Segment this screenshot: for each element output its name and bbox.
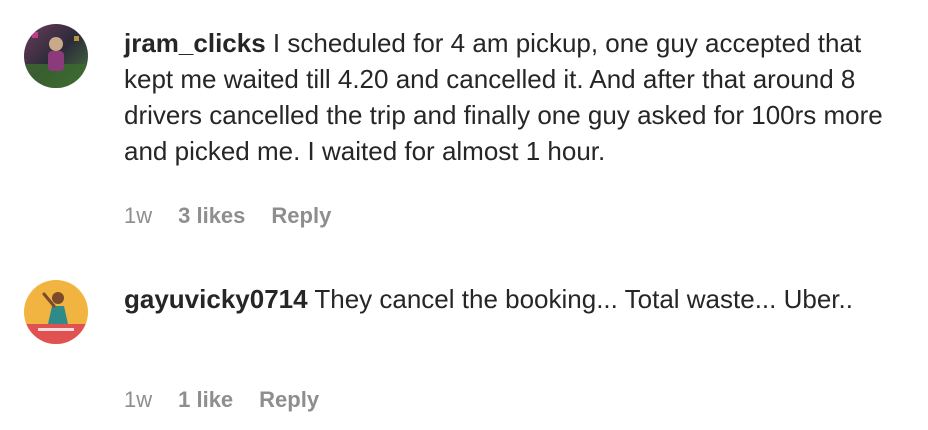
comment-meta: 1w 1 like Reply [124, 387, 319, 413]
user-photo-avatar-icon [24, 24, 88, 88]
avatar[interactable] [24, 24, 88, 88]
comment-username[interactable]: gayuvicky0714 [124, 284, 308, 314]
comment-username[interactable]: jram_clicks [124, 28, 266, 58]
comment-time[interactable]: 1w [124, 387, 152, 413]
comment-text: jram_clicks I scheduled for 4 am pickup,… [124, 25, 914, 169]
comment-likes[interactable]: 1 like [178, 387, 233, 413]
reply-button[interactable]: Reply [259, 387, 319, 413]
user-photo-avatar-icon [24, 280, 88, 344]
reply-button[interactable]: Reply [271, 203, 331, 229]
comment-meta: 1w 3 likes Reply [124, 203, 331, 229]
comment-likes[interactable]: 3 likes [178, 203, 245, 229]
comment-text: gayuvicky0714 They cancel the booking...… [124, 281, 914, 317]
comment-body: They cancel the booking... Total waste..… [314, 284, 853, 314]
avatar[interactable] [24, 280, 88, 344]
comment-time[interactable]: 1w [124, 203, 152, 229]
